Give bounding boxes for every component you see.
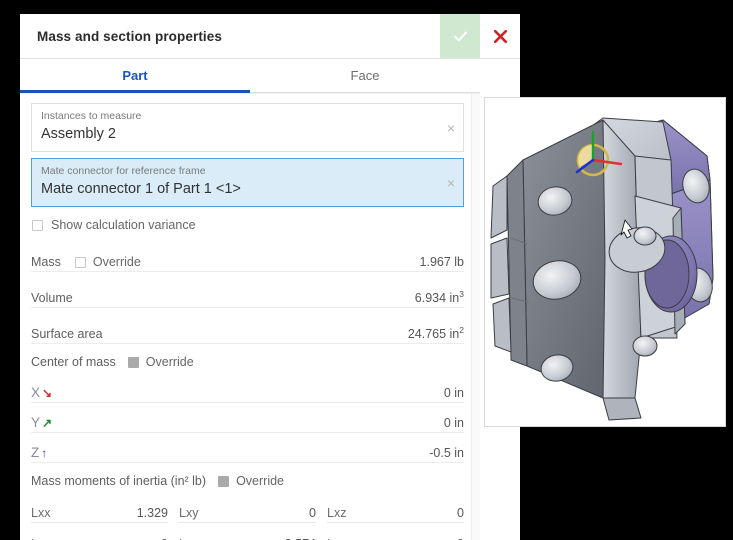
- inertia-override-checkbox[interactable]: [218, 475, 230, 487]
- clear-mate-connector-icon[interactable]: ×: [447, 176, 455, 190]
- left-lobe-bottom: [492, 297, 512, 353]
- inertia-override-group[interactable]: Override: [218, 474, 284, 488]
- tab-face[interactable]: Face: [250, 59, 480, 92]
- center-of-mass-row-y: Y ↗ 0 in: [31, 403, 464, 433]
- instances-to-measure-field[interactable]: Instances to measure Assembly 2 ×: [31, 103, 464, 152]
- show-calculation-variance-row[interactable]: Show calculation variance: [32, 218, 464, 232]
- close-button[interactable]: [480, 14, 520, 58]
- mate-connector-value: Mate connector 1 of Part 1 <1>: [41, 181, 241, 197]
- property-row-mass: Mass Override 1.967 lb: [31, 237, 464, 272]
- volume-value-text: 6.934 in: [414, 291, 460, 305]
- tab-part[interactable]: Part: [20, 59, 250, 93]
- axis-z-arrow-icon: ↑: [41, 445, 48, 460]
- clear-instances-icon[interactable]: ×: [447, 121, 455, 135]
- inertia-matrix-grid: Lxx 1.329 Lxy 0 Lxz 0 Lyx 0: [31, 492, 464, 540]
- center-of-mass-row-x: X ↘ 0 in: [31, 373, 464, 403]
- left-lobe-top: [490, 175, 508, 239]
- dialog-header: Mass and section properties: [20, 14, 520, 59]
- inertia-cell-lxy: Lxy 0: [179, 492, 316, 523]
- center-of-mass-override-checkbox[interactable]: [127, 356, 139, 368]
- mass-override-checkbox[interactable]: [74, 256, 86, 268]
- property-row-surface-area: Surface area 24.765 in2: [31, 309, 464, 344]
- boss-hole-bottom: [632, 335, 658, 357]
- surface-area-unit-exponent: 2: [459, 324, 464, 335]
- axis-z-letter: Z: [31, 445, 40, 460]
- left-lobe-mid: [490, 237, 510, 299]
- cad-model-graphic: [490, 117, 714, 421]
- inertia-value-lxy: 0: [309, 506, 316, 520]
- inertia-cell-lyx: Lyx 0: [31, 523, 168, 540]
- inertia-override-label: Override: [236, 474, 284, 488]
- show-calculation-variance-label: Show calculation variance: [51, 218, 196, 232]
- inertia-cell-lyy: Lyy 2.574: [179, 523, 316, 540]
- inertia-label-lxz: Lxz: [327, 506, 347, 520]
- axis-z-label: Z ↑: [31, 445, 47, 460]
- property-row-volume: Volume 6.934 in3: [31, 273, 464, 308]
- inertia-title: Mass moments of inertia (in² lb): [31, 474, 207, 488]
- volume-label: Volume: [31, 291, 73, 305]
- mate-connector-field[interactable]: Mate connector for reference frame Mate …: [31, 158, 464, 207]
- center-of-mass-z-value: -0.5 in: [429, 446, 464, 460]
- inertia-cell-lxz: Lxz 0: [327, 492, 464, 523]
- dialog-header-actions: [440, 14, 520, 58]
- center-of-mass-y-value: 0 in: [443, 416, 464, 430]
- accept-button[interactable]: [440, 14, 480, 58]
- volume-unit-exponent: 3: [459, 288, 464, 299]
- axis-x-arrow-icon: ↘: [42, 385, 53, 400]
- mass-properties-dialog: Mass and section properties Part Face In…: [20, 14, 520, 540]
- inertia-header: Mass moments of inertia (in² lb) Overrid…: [31, 474, 464, 488]
- inertia-value-lxz: 0: [457, 506, 464, 520]
- axis-x-label: X ↘: [31, 385, 52, 400]
- surface-area-value-text: 24.765 in: [407, 327, 460, 341]
- axis-x-letter: X: [31, 385, 41, 400]
- volume-value: 6.934 in3: [415, 289, 464, 305]
- mass-label: Mass: [31, 255, 61, 269]
- instances-to-measure-label: Instances to measure: [41, 110, 142, 122]
- mass-override-label: Override: [92, 255, 141, 269]
- center-of-mass-header: Center of mass Override: [31, 355, 464, 369]
- center-of-mass-override-label: Override: [145, 355, 194, 369]
- bottom-lip: [602, 397, 642, 421]
- axis-y-arrow-icon: ↗: [42, 415, 53, 430]
- close-icon: [493, 29, 508, 44]
- inertia-cell-lxx: Lxx 1.329: [31, 492, 168, 523]
- dialog-scroll-content: Instances to measure Assembly 2 × Mate c…: [20, 94, 480, 540]
- center-of-mass-title: Center of mass: [31, 355, 116, 369]
- center-of-mass-override-group[interactable]: Override: [127, 355, 194, 369]
- dialog-tabs: Part Face: [20, 59, 480, 93]
- center-of-mass-x-value: 0 in: [443, 386, 464, 400]
- inertia-label-lxy: Lxy: [179, 506, 199, 520]
- cad-3d-viewport[interactable]: [484, 97, 726, 427]
- boss-hole-top: [633, 226, 657, 246]
- page-title: Mass and section properties: [37, 28, 223, 44]
- surface-area-value: 24.765 in2: [408, 325, 464, 341]
- inertia-cell-lyz: Lyz 0: [327, 523, 464, 540]
- inertia-label-lxx: Lxx: [31, 506, 51, 520]
- instances-to-measure-value: Assembly 2: [41, 126, 116, 142]
- axis-y-label: Y ↗: [31, 415, 52, 430]
- mass-value: 1.967 lb: [419, 255, 464, 269]
- vertical-scrollbar[interactable]: [471, 94, 480, 540]
- surface-area-label: Surface area: [31, 327, 103, 341]
- dialog-body: Instances to measure Assembly 2 × Mate c…: [20, 93, 480, 540]
- mate-connector-label: Mate connector for reference frame: [41, 165, 206, 177]
- tab-face-label: Face: [350, 68, 380, 83]
- check-icon: [452, 28, 469, 45]
- center-of-mass-row-z: Z ↑ -0.5 in: [31, 433, 464, 463]
- tab-part-label: Part: [122, 68, 148, 83]
- show-calculation-variance-checkbox[interactable]: [32, 219, 43, 231]
- mass-override-group[interactable]: Override: [74, 255, 141, 269]
- inertia-value-lxx: 1.329: [136, 506, 168, 520]
- axis-y-letter: Y: [31, 415, 41, 430]
- screen-root: Mass and section properties Part Face In…: [0, 0, 733, 540]
